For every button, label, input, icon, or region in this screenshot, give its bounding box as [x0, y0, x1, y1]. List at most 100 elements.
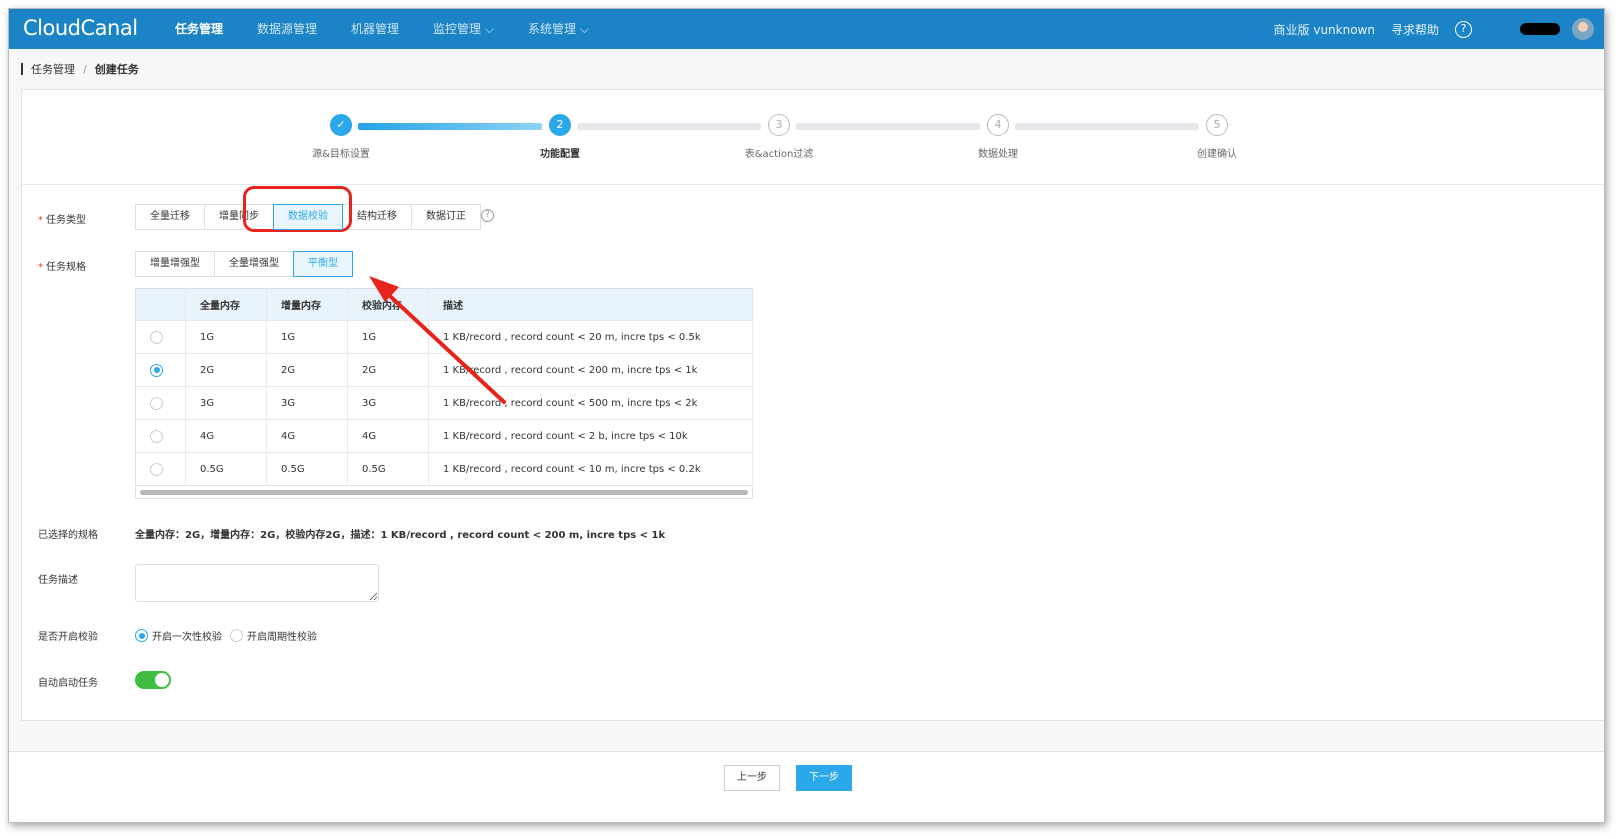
verify-once-option[interactable]: 开启一次性校验: [135, 628, 222, 643]
verify-periodic-option[interactable]: 开启周期性校验: [230, 628, 317, 643]
required-mark: *: [38, 262, 43, 273]
toggle-knob: [155, 673, 169, 687]
task-type-data-verify[interactable]: 数据校验: [273, 204, 343, 230]
cell-desc: 1 KB/record , record count < 2 b, incre …: [428, 419, 753, 453]
cell-full-mem: 1G: [185, 320, 267, 354]
step-5-number: 5: [1206, 114, 1228, 136]
step-2-number: 2: [549, 114, 571, 136]
breadcrumb-separator: /: [83, 62, 87, 76]
row-select-cell[interactable]: [135, 419, 186, 453]
verify-once-label[interactable]: 开启一次性校验: [152, 628, 222, 643]
cell-full-mem: 4G: [185, 419, 267, 453]
app-logo[interactable]: CloudCanal: [23, 16, 138, 40]
cell-incr-mem: 3G: [266, 386, 348, 420]
step-1: ✓ 源&目标设置: [281, 114, 401, 160]
step-3: 3 表&action过滤: [719, 114, 839, 160]
breadcrumb: 任务管理 / 创建任务: [21, 61, 139, 77]
nav-item-machines[interactable]: 机器管理: [351, 9, 399, 49]
help-link[interactable]: 寻求帮助: [1391, 21, 1439, 38]
verify-label: 是否开启校验: [38, 632, 98, 643]
task-type-group: 全量迁移 增量同步 数据校验 结构迁移 数据订正: [135, 204, 481, 230]
selected-spec-label: 已选择的规格: [38, 530, 98, 541]
task-type-data-correction[interactable]: 数据订正: [411, 204, 481, 230]
create-task-panel: ✓ 源&目标设置 2 功能配置 3 表&action过滤 4 数据处理 5 创建…: [21, 89, 1604, 721]
row-radio[interactable]: [150, 330, 163, 344]
selected-spec-value: 全量内存：2G，增量内存：2G，校验内存2G，描述：1 KB/record , …: [135, 530, 666, 541]
spec-incremental-enhanced[interactable]: 增量增强型: [135, 251, 215, 277]
row-select-cell[interactable]: [135, 386, 186, 420]
breadcrumb-parent[interactable]: 任务管理: [31, 61, 75, 77]
task-type-full-migration[interactable]: 全量迁移: [135, 204, 205, 230]
verify-options: 开启一次性校验 开启周期性校验: [135, 628, 325, 643]
row-select-cell[interactable]: [135, 452, 186, 486]
cell-incr-mem: 1G: [266, 320, 348, 354]
table-row[interactable]: 1G 1G 1G 1 KB/record , record count < 20…: [135, 320, 753, 354]
step-progress: ✓ 源&目标设置 2 功能配置 3 表&action过滤 4 数据处理 5 创建…: [22, 90, 1604, 185]
spec-full-enhanced[interactable]: 全量增强型: [214, 251, 294, 277]
step-2: 2 功能配置: [500, 114, 620, 160]
next-step-button[interactable]: 下一步: [796, 765, 852, 791]
step-3-number: 3: [768, 114, 790, 136]
breadcrumb-bar: [21, 63, 23, 75]
cell-check-mem: 1G: [347, 320, 429, 354]
help-icon[interactable]: ?: [1455, 20, 1472, 38]
table-horizontal-scrollbar[interactable]: [135, 487, 753, 499]
top-right-tools: 商业版 vunknown 寻求帮助 ?: [1258, 9, 1594, 49]
table-row[interactable]: 3G 3G 3G 1 KB/record , record count < 50…: [135, 386, 753, 420]
cell-desc: 1 KB/record , record count < 200 m, incr…: [428, 353, 753, 387]
auto-start-toggle[interactable]: [135, 671, 171, 689]
cell-incr-mem: 2G: [266, 353, 348, 387]
nav-item-datasources[interactable]: 数据源管理: [257, 9, 317, 49]
top-navbar: CloudCanal 任务管理 数据源管理 机器管理 监控管理 ⌵ 系统管理 ⌵…: [9, 9, 1604, 49]
task-desc-input[interactable]: [135, 564, 379, 602]
table-row[interactable]: 2G 2G 2G 1 KB/record , record count < 20…: [135, 353, 753, 387]
task-spec-group: 增量增强型 全量增强型 平衡型: [135, 251, 353, 277]
verify-periodic-radio[interactable]: [230, 629, 243, 642]
verify-periodic-label[interactable]: 开启周期性校验: [247, 628, 317, 643]
avatar[interactable]: [1572, 18, 1594, 40]
nav-item-monitoring[interactable]: 监控管理 ⌵: [433, 9, 494, 49]
task-spec-label-text: 任务规格: [46, 262, 86, 273]
verify-once-radio[interactable]: [135, 629, 148, 642]
prev-step-button[interactable]: 上一步: [724, 765, 780, 791]
spec-table: 全量内存 增量内存 校验内存 描述 1G 1G 1G 1 KB/record ,…: [135, 288, 753, 486]
task-type-label-text: 任务类型: [46, 215, 86, 226]
scrollbar-thumb[interactable]: [140, 490, 748, 495]
task-type-schema-migration[interactable]: 结构迁移: [342, 204, 412, 230]
row-select-cell[interactable]: [135, 320, 186, 354]
cell-desc: 1 KB/record , record count < 20 m, incre…: [428, 320, 753, 354]
step-4-label: 数据处理: [978, 149, 1018, 160]
cell-full-mem: 2G: [185, 353, 267, 387]
step-5: 5 创建确认: [1157, 114, 1277, 160]
step-5-label: 创建确认: [1197, 149, 1237, 160]
main-nav: 任务管理 数据源管理 机器管理 监控管理 ⌵ 系统管理 ⌵: [175, 9, 623, 49]
cell-full-mem: 0.5G: [185, 452, 267, 486]
breadcrumb-current: 创建任务: [94, 63, 139, 76]
row-radio[interactable]: [150, 429, 163, 443]
username-redacted[interactable]: [1520, 23, 1560, 35]
row-select-cell[interactable]: [135, 353, 186, 387]
table-header-full-mem: 全量内存: [185, 288, 267, 321]
step-1-label: 源&目标设置: [312, 149, 370, 160]
cell-check-mem: 0.5G: [347, 452, 429, 486]
table-header-select: [135, 288, 186, 321]
nav-item-tasks[interactable]: 任务管理: [175, 9, 223, 49]
spec-balanced[interactable]: 平衡型: [293, 251, 353, 277]
row-radio-selected[interactable]: [150, 363, 163, 377]
required-mark: *: [38, 215, 43, 226]
cell-check-mem: 4G: [347, 419, 429, 453]
table-row[interactable]: 4G 4G 4G 1 KB/record , record count < 2 …: [135, 419, 753, 453]
check-icon: ✓: [330, 114, 352, 136]
row-radio[interactable]: [150, 396, 163, 410]
nav-item-system[interactable]: 系统管理 ⌵: [528, 9, 589, 49]
task-type-help-icon[interactable]: ?: [481, 209, 494, 222]
row-radio[interactable]: [150, 462, 163, 476]
table-row[interactable]: 0.5G 0.5G 0.5G 1 KB/record , record coun…: [135, 452, 753, 486]
task-spec-label: * 任务规格: [38, 258, 86, 273]
cell-incr-mem: 0.5G: [266, 452, 348, 486]
step-4: 4 数据处理: [938, 114, 1058, 160]
edition-label: 商业版 vunknown: [1273, 22, 1375, 37]
auto-start-label: 自动启动任务: [38, 678, 98, 689]
step-3-label: 表&action过滤: [744, 149, 814, 160]
cell-check-mem: 2G: [347, 353, 429, 387]
